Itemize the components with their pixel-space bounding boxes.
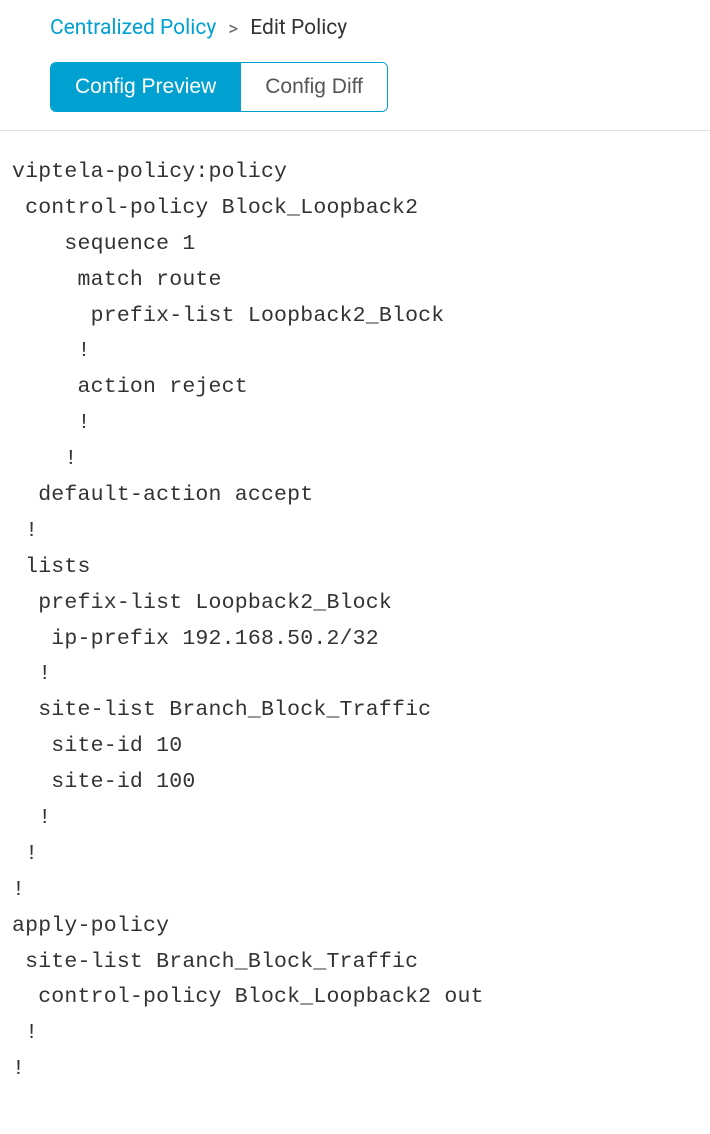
chevron-right-icon: > [228,17,238,40]
config-preview-panel: viptela-policy:policy control-policy Blo… [0,131,710,1088]
tab-group: Config Preview Config Diff [50,62,388,112]
tab-config-diff[interactable]: Config Diff [240,63,387,111]
config-text: viptela-policy:policy control-policy Blo… [12,155,698,1088]
page-header: Centralized Policy > Edit Policy Config … [0,0,710,130]
tab-config-preview[interactable]: Config Preview [51,63,240,111]
breadcrumb: Centralized Policy > Edit Policy [50,16,660,40]
breadcrumb-current: Edit Policy [250,16,347,40]
breadcrumb-link-centralized-policy[interactable]: Centralized Policy [50,16,216,40]
